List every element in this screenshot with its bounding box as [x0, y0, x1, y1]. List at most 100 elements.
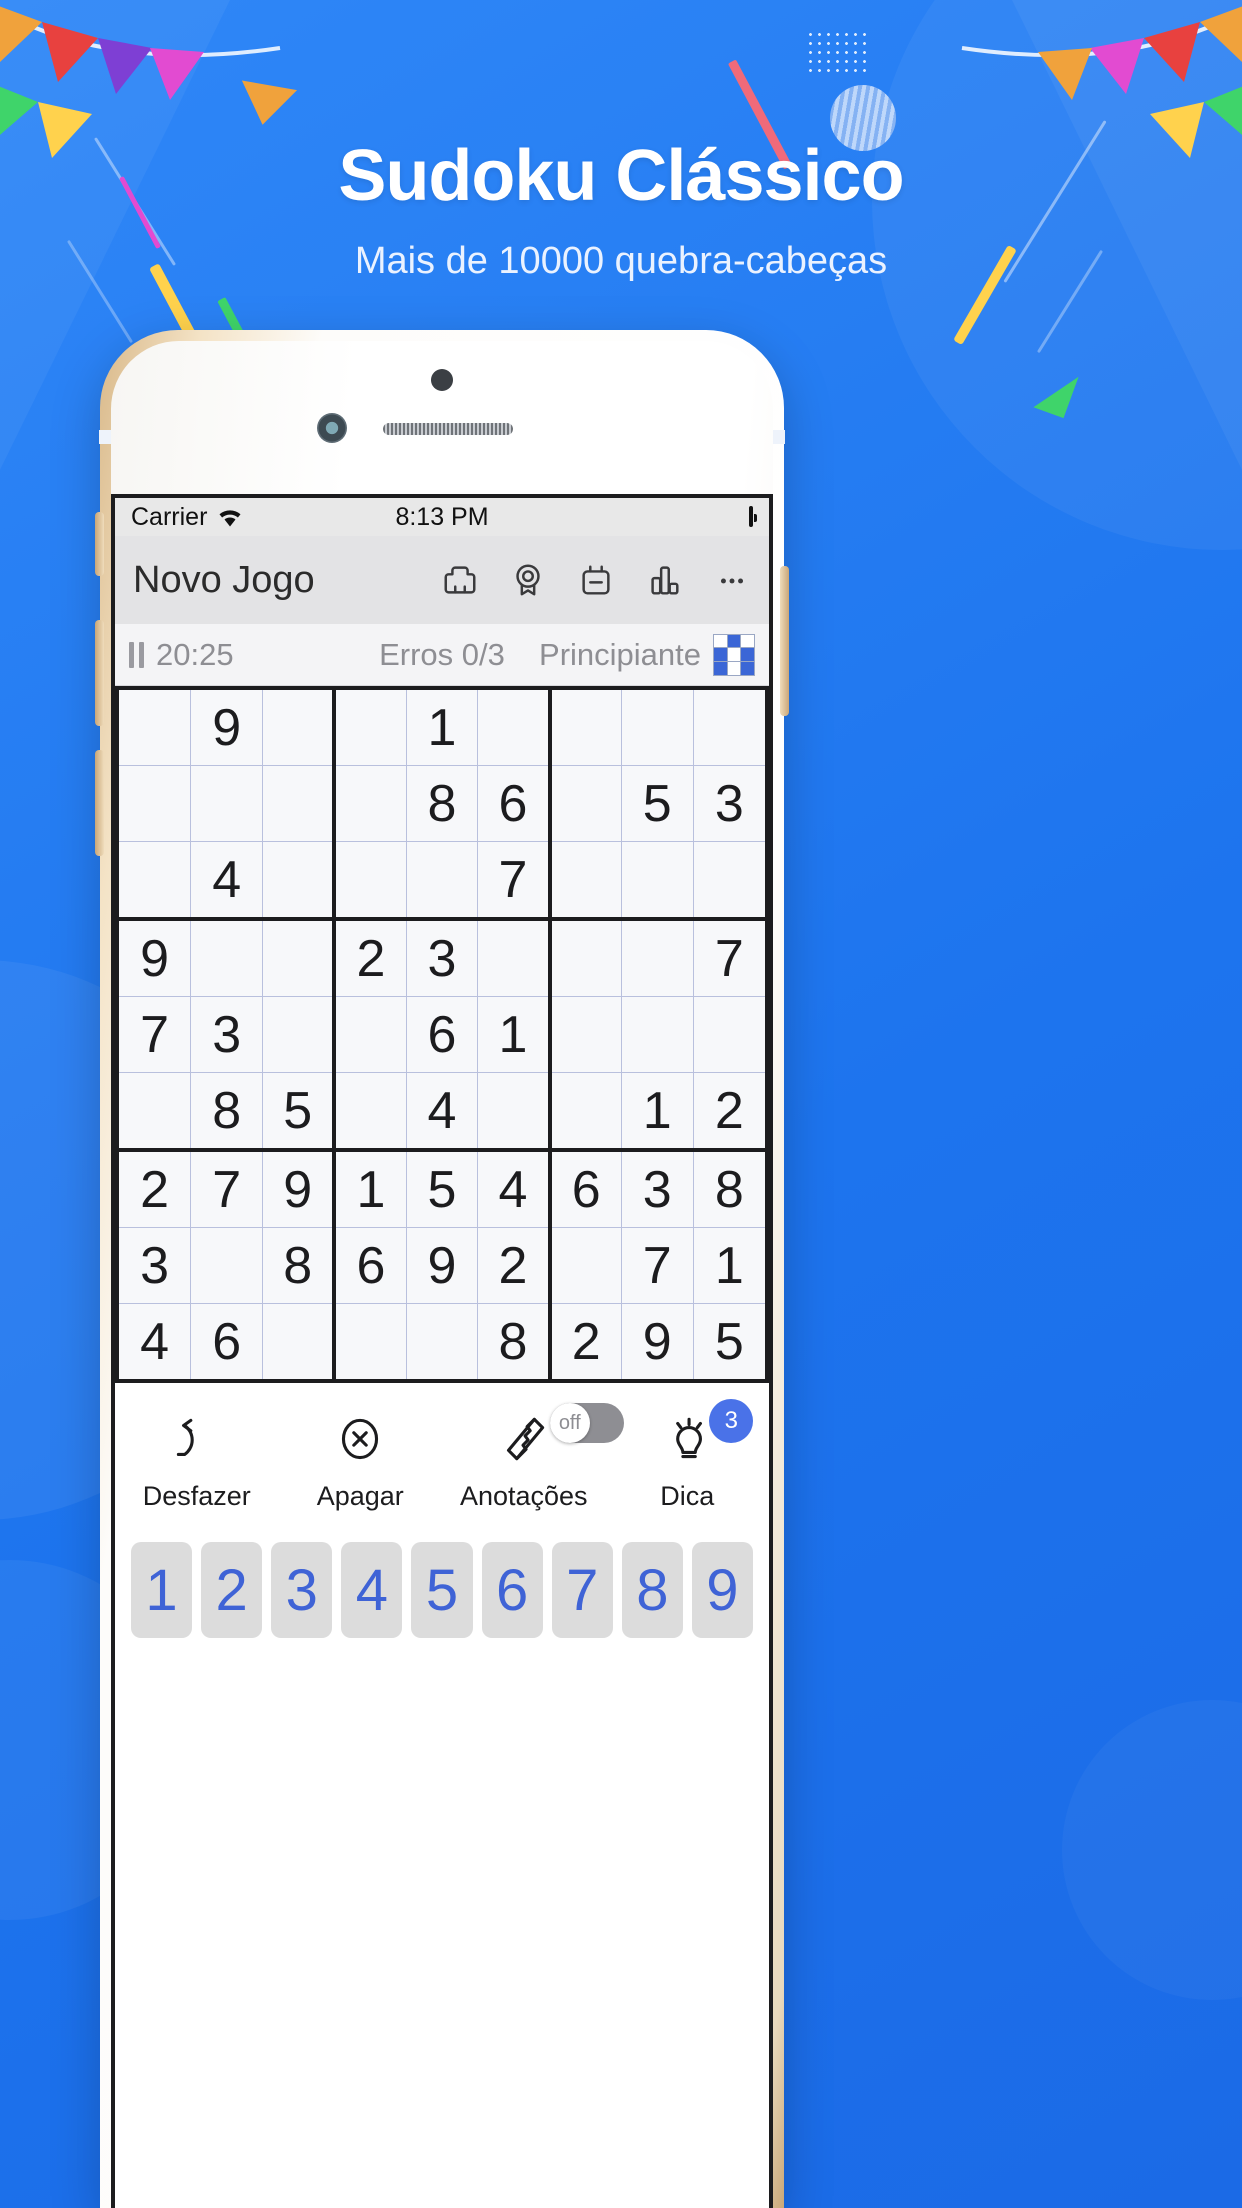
sudoku-cell-r5c4[interactable] — [334, 996, 407, 1073]
numpad-key-7[interactable]: 7 — [551, 1542, 613, 1638]
sudoku-cell-r4c8[interactable] — [621, 919, 694, 997]
sudoku-cell-r7c4[interactable]: 1 — [334, 1150, 407, 1228]
sudoku-cell-r6c2[interactable]: 8 — [190, 1072, 264, 1152]
daily-challenge-icon[interactable] — [577, 561, 615, 599]
navbar-title[interactable]: Novo Jogo — [133, 559, 315, 602]
sudoku-cell-r3c1[interactable] — [119, 841, 192, 921]
sudoku-cell-r7c1[interactable]: 2 — [119, 1150, 192, 1228]
sudoku-cell-r3c9[interactable] — [693, 841, 765, 921]
sudoku-cell-r2c1[interactable] — [119, 765, 192, 842]
sudoku-cell-r9c4[interactable] — [334, 1303, 407, 1379]
sudoku-cell-r8c7[interactable] — [549, 1227, 622, 1304]
sudoku-cell-r6c3[interactable]: 5 — [262, 1072, 337, 1152]
sudoku-cell-r7c9[interactable]: 8 — [693, 1150, 765, 1228]
sudoku-cell-r2c6[interactable]: 6 — [477, 765, 552, 842]
sudoku-cell-r8c2[interactable] — [190, 1227, 264, 1304]
sudoku-cell-r6c1[interactable] — [119, 1072, 192, 1152]
new-game-icon[interactable] — [441, 561, 479, 599]
sudoku-cell-r1c6[interactable] — [477, 690, 552, 766]
sudoku-cell-r7c3[interactable]: 9 — [262, 1150, 337, 1228]
sudoku-cell-r8c9[interactable]: 1 — [693, 1227, 765, 1304]
more-icon[interactable] — [713, 561, 751, 599]
sudoku-cell-r4c4[interactable]: 2 — [334, 919, 407, 997]
sudoku-cell-r6c7[interactable] — [549, 1072, 622, 1152]
sudoku-cell-r4c7[interactable] — [549, 919, 622, 997]
sudoku-cell-r9c6[interactable]: 8 — [477, 1303, 552, 1379]
sudoku-cell-r2c5[interactable]: 8 — [406, 765, 479, 842]
sudoku-cell-r5c1[interactable]: 7 — [119, 996, 192, 1073]
sudoku-cell-r6c9[interactable]: 2 — [693, 1072, 765, 1152]
sudoku-cell-r8c4[interactable]: 6 — [334, 1227, 407, 1304]
sudoku-cell-r8c3[interactable]: 8 — [262, 1227, 337, 1304]
sudoku-cell-r4c6[interactable] — [477, 919, 552, 997]
sudoku-cell-r5c2[interactable]: 3 — [190, 996, 264, 1073]
numpad-key-4[interactable]: 4 — [341, 1542, 403, 1638]
sudoku-cell-r3c7[interactable] — [549, 841, 622, 921]
sudoku-cell-r4c3[interactable] — [262, 919, 337, 997]
sudoku-cell-r3c2[interactable]: 4 — [190, 841, 264, 921]
sudoku-cell-r4c9[interactable]: 7 — [693, 919, 765, 997]
sudoku-cell-r5c3[interactable] — [262, 996, 337, 1073]
sudoku-cell-r1c3[interactable] — [262, 690, 337, 766]
sudoku-cell-r6c6[interactable] — [477, 1072, 552, 1152]
sudoku-cell-r9c5[interactable] — [406, 1303, 479, 1379]
notes-button[interactable]: off Anotações — [442, 1403, 624, 1512]
sudoku-cell-r4c1[interactable]: 9 — [119, 919, 192, 997]
sudoku-cell-r8c8[interactable]: 7 — [621, 1227, 694, 1304]
difficulty-grid-icon[interactable] — [713, 633, 755, 676]
hint-button[interactable]: 3 Dica — [606, 1399, 770, 1512]
sudoku-cell-r2c4[interactable] — [334, 765, 407, 842]
sudoku-cell-r2c7[interactable] — [549, 765, 622, 842]
sudoku-cell-r1c7[interactable] — [549, 690, 622, 766]
sudoku-cell-r9c7[interactable]: 2 — [549, 1303, 622, 1379]
sudoku-cell-r5c7[interactable] — [549, 996, 622, 1073]
sudoku-cell-r2c3[interactable] — [262, 765, 337, 842]
sudoku-cell-r9c8[interactable]: 9 — [621, 1303, 694, 1379]
sudoku-cell-r3c3[interactable] — [262, 841, 337, 921]
sudoku-cell-r7c6[interactable]: 4 — [477, 1150, 552, 1228]
sudoku-cell-r8c5[interactable]: 9 — [406, 1227, 479, 1304]
sudoku-cell-r3c6[interactable]: 7 — [477, 841, 552, 921]
sudoku-cell-r2c9[interactable]: 3 — [693, 765, 765, 842]
award-icon[interactable] — [509, 561, 547, 599]
statistics-icon[interactable] — [645, 561, 683, 599]
sudoku-cell-r5c5[interactable]: 6 — [406, 996, 479, 1073]
sudoku-cell-r6c4[interactable] — [334, 1072, 407, 1152]
sudoku-cell-r1c4[interactable] — [334, 690, 407, 766]
numpad-key-9[interactable]: 9 — [691, 1542, 753, 1638]
sudoku-cell-r7c2[interactable]: 7 — [190, 1150, 264, 1228]
numpad-key-2[interactable]: 2 — [201, 1542, 263, 1638]
sudoku-cell-r5c9[interactable] — [693, 996, 765, 1073]
sudoku-cell-r4c5[interactable]: 3 — [406, 919, 479, 997]
sudoku-cell-r5c8[interactable] — [621, 996, 694, 1073]
sudoku-cell-r3c5[interactable] — [406, 841, 479, 921]
sudoku-cell-r7c7[interactable]: 6 — [549, 1150, 622, 1228]
sudoku-cell-r8c1[interactable]: 3 — [119, 1227, 192, 1304]
numpad-key-5[interactable]: 5 — [411, 1542, 473, 1638]
number-pad[interactable]: 123456789 — [115, 1522, 769, 1638]
sudoku-cell-r7c5[interactable]: 5 — [406, 1150, 479, 1228]
sudoku-cell-r3c4[interactable] — [334, 841, 407, 921]
sudoku-cell-r1c1[interactable] — [119, 690, 192, 766]
sudoku-cell-r2c2[interactable] — [190, 765, 264, 842]
sudoku-cell-r1c2[interactable]: 9 — [190, 690, 264, 766]
sudoku-cell-r1c5[interactable]: 1 — [406, 690, 479, 766]
sudoku-cell-r4c2[interactable] — [190, 919, 264, 997]
sudoku-cell-r9c9[interactable]: 5 — [693, 1303, 765, 1379]
sudoku-cell-r3c8[interactable] — [621, 841, 694, 921]
sudoku-cell-r9c3[interactable] — [262, 1303, 337, 1379]
sudoku-cell-r9c2[interactable]: 6 — [190, 1303, 264, 1379]
sudoku-cell-r6c8[interactable]: 1 — [621, 1072, 694, 1152]
numpad-key-3[interactable]: 3 — [271, 1542, 333, 1638]
erase-button[interactable]: Apagar — [279, 1409, 443, 1512]
sudoku-cell-r7c8[interactable]: 3 — [621, 1150, 694, 1228]
sudoku-cell-r1c9[interactable] — [693, 690, 765, 766]
numpad-key-6[interactable]: 6 — [481, 1542, 543, 1638]
numpad-key-1[interactable]: 1 — [131, 1542, 193, 1638]
numpad-key-8[interactable]: 8 — [621, 1542, 683, 1638]
sudoku-cell-r6c5[interactable]: 4 — [406, 1072, 479, 1152]
sudoku-board[interactable]: 9186534792377361854122791546383869271468… — [115, 686, 769, 1383]
undo-button[interactable]: Desfazer — [115, 1409, 279, 1512]
sudoku-cell-r5c6[interactable]: 1 — [477, 996, 552, 1073]
sudoku-cell-r8c6[interactable]: 2 — [477, 1227, 552, 1304]
